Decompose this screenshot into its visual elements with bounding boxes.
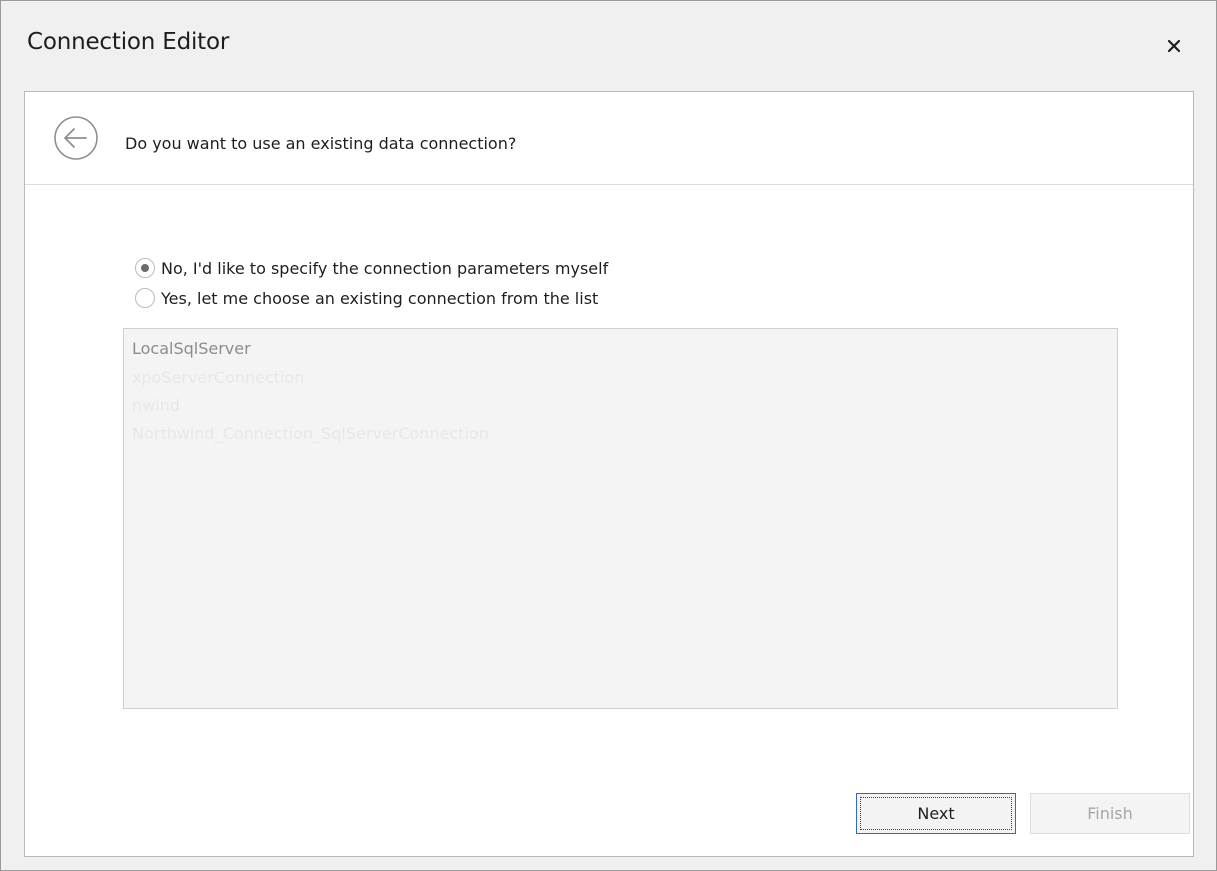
wizard-header: Do you want to use an existing data conn…: [25, 92, 1193, 185]
window-title: Connection Editor: [27, 29, 230, 55]
option-choose-existing[interactable]: Yes, let me choose an existing connectio…: [135, 288, 598, 308]
list-item: xpoServerConnection: [132, 368, 305, 387]
radio-button-unchecked[interactable]: [135, 288, 155, 308]
next-button[interactable]: Next: [856, 793, 1016, 834]
option-label: No, I'd like to specify the connection p…: [161, 258, 609, 278]
list-item: nwind: [132, 396, 180, 415]
close-icon: [1167, 39, 1181, 53]
wizard-page: Do you want to use an existing data conn…: [24, 91, 1194, 857]
wizard-question: Do you want to use an existing data conn…: [125, 134, 517, 153]
list-item: LocalSqlServer: [132, 339, 251, 358]
option-specify-parameters[interactable]: No, I'd like to specify the connection p…: [135, 258, 608, 278]
list-item: Northwind_Connection_SqlServerConnection: [132, 424, 489, 443]
finish-button: Finish: [1030, 793, 1190, 834]
close-button[interactable]: [1159, 31, 1189, 61]
back-button[interactable]: [53, 115, 99, 161]
option-label: Yes, let me choose an existing connectio…: [161, 288, 599, 308]
existing-connections-list: LocalSqlServer xpoServerConnection nwind…: [123, 328, 1118, 709]
title-bar: Connection Editor: [1, 1, 1216, 91]
radio-button-checked[interactable]: [135, 258, 155, 278]
back-arrow-icon: [54, 116, 98, 160]
connection-editor-window: Connection Editor Do you want to use an …: [0, 0, 1217, 871]
